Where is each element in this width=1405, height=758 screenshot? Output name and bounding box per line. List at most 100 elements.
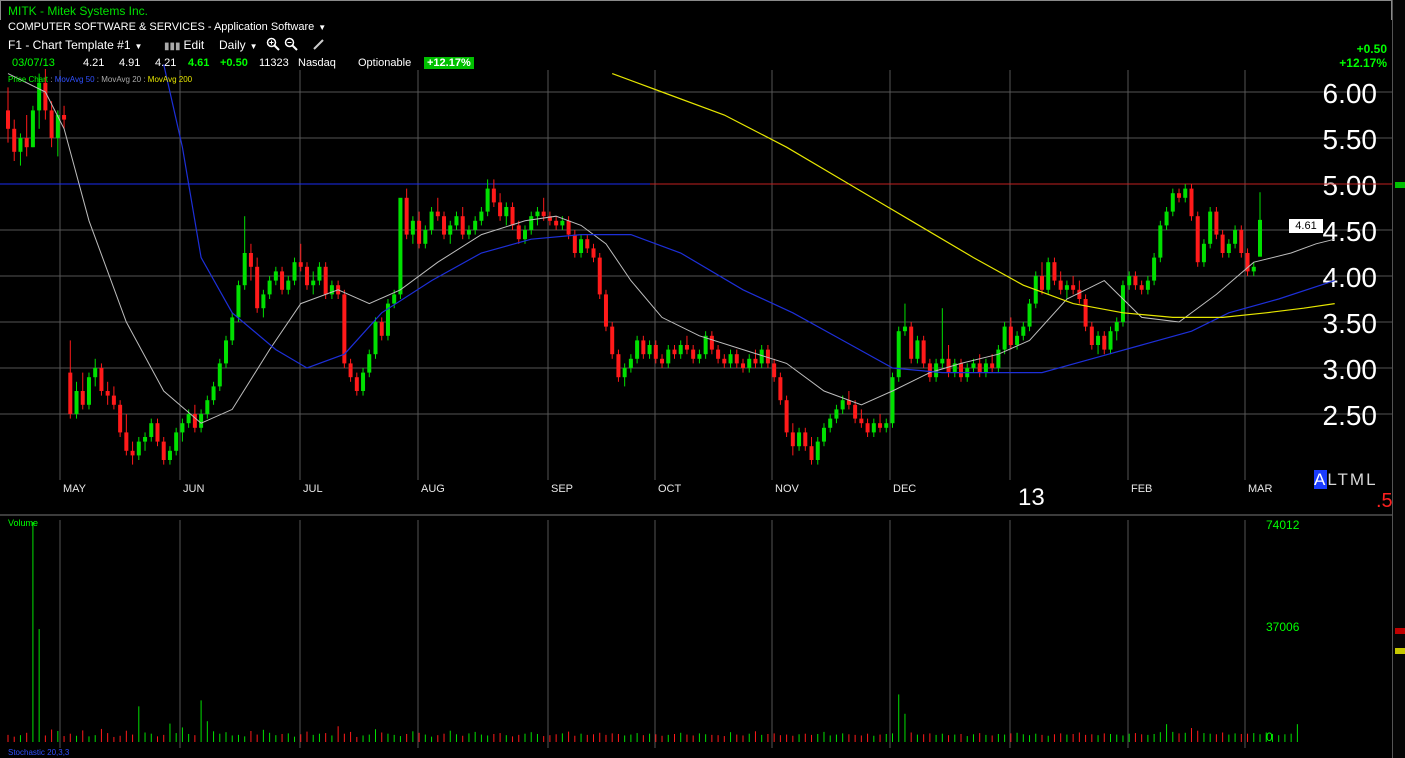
candle-body bbox=[174, 432, 179, 451]
candle-body bbox=[890, 377, 895, 424]
strip-marker bbox=[1395, 628, 1405, 634]
candle-body bbox=[1008, 326, 1013, 345]
candle-body bbox=[579, 239, 584, 253]
candle-body bbox=[379, 322, 384, 336]
candle-body bbox=[753, 358, 758, 364]
month-tick-label: SEP bbox=[551, 483, 573, 495]
candle-body bbox=[566, 220, 571, 235]
candle-body bbox=[1233, 230, 1238, 244]
candle-body bbox=[167, 450, 172, 460]
candle-body bbox=[498, 202, 503, 217]
candle-body bbox=[373, 322, 378, 355]
month-tick-label: DEC bbox=[893, 483, 916, 495]
month-axis-labels: MAY JUN JUL AUG SEP OCT NOV DEC FEB MAR bbox=[63, 483, 1273, 495]
candle-body bbox=[865, 423, 870, 433]
candle-body bbox=[161, 441, 166, 460]
candle-body bbox=[1177, 193, 1182, 198]
candle-body bbox=[1058, 280, 1063, 290]
month-tick-label: JUL bbox=[303, 483, 323, 495]
candle-body bbox=[1258, 219, 1262, 257]
candle-body bbox=[709, 335, 714, 350]
candle-body bbox=[448, 225, 453, 235]
candle-body bbox=[684, 345, 689, 350]
candle-body bbox=[348, 363, 353, 378]
candle-body bbox=[93, 368, 98, 378]
price-tick-label: 3.50 bbox=[1323, 308, 1378, 339]
candle-body bbox=[86, 377, 91, 405]
month-tick-label: JUN bbox=[183, 483, 204, 495]
candle-body bbox=[273, 271, 278, 281]
candle-body bbox=[292, 262, 297, 281]
candle-body bbox=[199, 414, 204, 428]
candle-body bbox=[1002, 326, 1007, 350]
volume-tick-zero: 0 bbox=[1266, 730, 1273, 744]
stochastic-label: Stochastic 20,3,3 bbox=[8, 748, 70, 757]
candle-body bbox=[759, 349, 764, 364]
candle-body bbox=[1183, 188, 1188, 198]
candle-body bbox=[99, 368, 104, 391]
candle-body bbox=[871, 423, 876, 433]
candle-body bbox=[678, 345, 683, 355]
candle-body bbox=[641, 340, 646, 355]
candle-body bbox=[473, 220, 478, 230]
candle-body bbox=[790, 432, 795, 447]
candle-body bbox=[1127, 276, 1132, 286]
candle-body bbox=[435, 211, 440, 217]
volume-pane-label: Volume bbox=[8, 518, 39, 528]
candle-body bbox=[778, 377, 783, 401]
candle-body bbox=[927, 363, 932, 378]
tab-a[interactable]: A bbox=[1314, 470, 1328, 489]
candle-body bbox=[1064, 285, 1069, 290]
candle-body bbox=[990, 363, 995, 368]
month-tick-label: MAY bbox=[63, 483, 87, 495]
candle-body bbox=[878, 423, 883, 428]
price-tick-label: 5.00 bbox=[1323, 170, 1378, 201]
candle-body bbox=[68, 372, 73, 414]
candle-body bbox=[224, 340, 229, 364]
candle-body bbox=[529, 216, 534, 230]
candle-body bbox=[741, 363, 746, 368]
candle-body bbox=[603, 294, 608, 327]
candle-body bbox=[884, 423, 889, 428]
candle-body bbox=[660, 358, 665, 364]
timeframe-tabs[interactable]: ALTML bbox=[1314, 470, 1378, 490]
price-tick-label: 2.50 bbox=[1323, 400, 1378, 431]
candle-body bbox=[460, 216, 465, 235]
candle-body bbox=[784, 400, 789, 433]
candle-body bbox=[797, 432, 802, 447]
candle-body bbox=[410, 220, 415, 235]
chart-canvas[interactable]: 6.00 5.50 5.00 4.50 4.00 3.50 3.00 2.50 MAY JUN J… bbox=[0, 0, 1392, 758]
candle-body bbox=[610, 326, 615, 355]
candle-body bbox=[672, 349, 677, 355]
candle-body bbox=[647, 345, 652, 355]
candle-body bbox=[1077, 289, 1082, 299]
candle-body bbox=[361, 372, 366, 391]
candle-body bbox=[554, 220, 559, 226]
month-tick-label: MAR bbox=[1248, 483, 1273, 495]
candle-body bbox=[722, 358, 727, 364]
candle-body bbox=[902, 326, 907, 332]
candle-body bbox=[311, 280, 316, 286]
candle-body bbox=[635, 340, 640, 359]
candle-body bbox=[354, 377, 359, 391]
candle-body bbox=[404, 197, 409, 235]
candle-body bbox=[697, 354, 702, 359]
month-tick-label: OCT bbox=[658, 483, 682, 495]
candle-body bbox=[1052, 262, 1057, 281]
candle-body bbox=[1021, 326, 1026, 336]
candle-body bbox=[1251, 266, 1256, 272]
candle-body bbox=[1139, 285, 1144, 290]
candle-body bbox=[1226, 243, 1231, 253]
candle-body bbox=[261, 294, 266, 309]
tab-ltml[interactable]: LTML bbox=[1327, 470, 1377, 489]
candle-body bbox=[1158, 225, 1163, 258]
candle-body bbox=[149, 423, 154, 437]
candle-body bbox=[1201, 243, 1206, 263]
candle-body bbox=[1083, 299, 1088, 327]
candle-body bbox=[323, 266, 328, 295]
right-scroll-strip[interactable] bbox=[1392, 0, 1405, 758]
legend-ma200: MovAvg 200 bbox=[147, 75, 193, 84]
candle-body bbox=[230, 317, 235, 341]
candle-body bbox=[205, 400, 210, 414]
candle-body bbox=[485, 188, 490, 212]
